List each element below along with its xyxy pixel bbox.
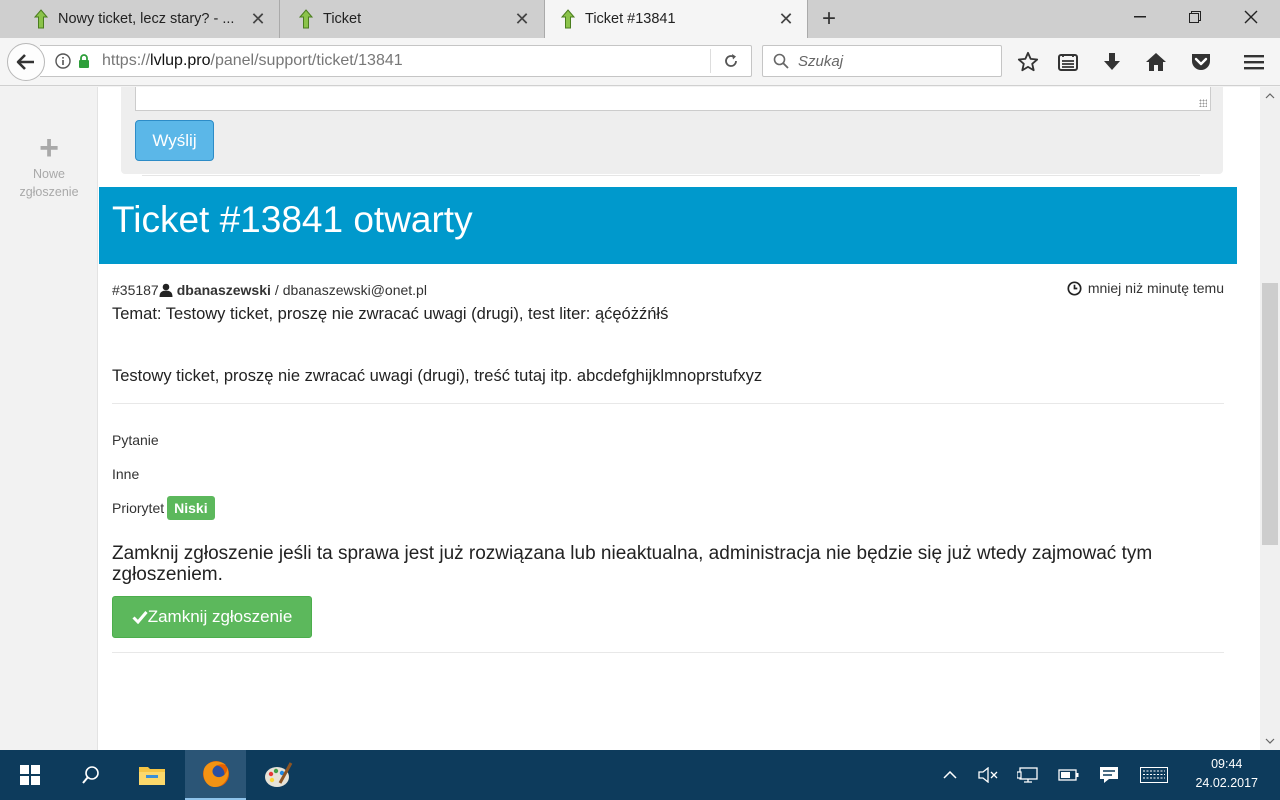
home-icon[interactable] (1144, 50, 1168, 74)
chevron-down-icon[interactable] (1260, 732, 1280, 750)
plus-icon[interactable]: + (816, 7, 842, 33)
close-ticket-label: Zamknij zgłoszenie (147, 607, 293, 626)
back-arrow-icon (16, 54, 34, 70)
back-button[interactable] (7, 43, 45, 81)
close-icon[interactable]: ✕ (511, 8, 533, 30)
tab-1[interactable]: Nowy ticket, lecz stary? - ... ✕ (0, 0, 280, 38)
tab-strip: Nowy ticket, lecz stary? - ... ✕ Ticket … (0, 0, 1280, 38)
user-email: dbanaszewski@onet.pl (282, 282, 427, 298)
firefox-icon[interactable] (185, 750, 246, 800)
chevron-up-icon[interactable] (1260, 87, 1280, 105)
time-text: mniej niż minutę temu (1087, 280, 1224, 296)
lvlup-favicon (557, 8, 579, 30)
restore-icon[interactable] (1170, 0, 1220, 34)
battery-icon[interactable] (1056, 750, 1082, 800)
minimize-icon[interactable] (1115, 0, 1165, 34)
send-button[interactable]: Wyślij (135, 120, 214, 161)
url-path: /panel/support/ticket/13841 (210, 52, 403, 69)
new-ticket-label-1: Nowe (33, 167, 65, 181)
clock-icon (1067, 280, 1082, 296)
search-taskbar-icon[interactable] (64, 750, 118, 800)
notification-icon[interactable] (1096, 750, 1122, 800)
hamburger-menu-icon[interactable] (1242, 50, 1266, 74)
ticket-title: Ticket #13841 otwarty (99, 187, 1237, 264)
reload-icon[interactable] (711, 46, 751, 76)
system-clock[interactable]: 09:44 24.02.2017 (1195, 755, 1258, 793)
search-input[interactable] (798, 52, 988, 70)
ticket-content: Testowy ticket, proszę nie zwracać uwagi… (112, 367, 763, 385)
check-icon (132, 611, 148, 624)
volume-muted-icon[interactable] (975, 750, 1001, 800)
search-icon (772, 52, 790, 70)
url-host: lvlup.pro (150, 52, 211, 69)
ticket-priority: Priorytet Niski (112, 496, 215, 520)
address-bar[interactable]: https://lvlup.pro/panel/support/ticket/1… (40, 45, 752, 77)
separator: / (274, 282, 279, 298)
tab-2[interactable]: Ticket ✕ (281, 0, 543, 38)
ticket-body: #35187 dbanaszewski / dbanaszewski@onet.… (99, 264, 1237, 750)
page-viewport: + Nowe zgłoszenie Wyślij Ticket #13841 o… (0, 87, 1260, 750)
ticket-subcategory: Inne (112, 466, 140, 482)
ticket-category: Pytanie (112, 432, 159, 448)
windows-start-icon[interactable] (0, 750, 60, 800)
message-id: #35187 (112, 282, 159, 298)
navigation-toolbar: https://lvlup.pro/panel/support/ticket/1… (0, 38, 1280, 86)
search-bar[interactable] (762, 45, 1002, 77)
paint-icon[interactable] (250, 750, 306, 800)
reply-textarea[interactable] (135, 87, 1211, 111)
close-ticket-button[interactable]: Zamknij zgłoszenie (112, 596, 312, 638)
plus-icon: + (39, 129, 59, 167)
close-icon[interactable]: ✕ (775, 8, 797, 30)
lock-icon[interactable] (76, 52, 92, 70)
message-time: mniej niż minutę temu (1067, 280, 1224, 296)
reading-list-icon[interactable] (1056, 50, 1080, 74)
info-icon[interactable] (54, 52, 72, 70)
close-icon[interactable] (1226, 0, 1276, 34)
divider (112, 652, 1224, 653)
message-meta: #35187 dbanaszewski / dbanaszewski@onet.… (112, 282, 427, 298)
windows-taskbar: 09:44 24.02.2017 (0, 750, 1280, 800)
new-ticket-link[interactable]: + Nowe zgłoszenie (0, 129, 98, 201)
divider (142, 175, 1200, 176)
keyboard-icon[interactable] (1138, 750, 1170, 800)
url-text[interactable]: https://lvlup.pro/panel/support/ticket/1… (102, 52, 710, 70)
close-icon[interactable]: ✕ (247, 8, 269, 30)
file-explorer-icon[interactable] (124, 750, 180, 800)
reply-form: Wyślij (121, 87, 1223, 174)
tab-title: Nowy ticket, lecz stary? - ... (58, 11, 235, 27)
pocket-icon[interactable] (1189, 50, 1213, 74)
close-info-text: Zamknij zgłoszenie jeśli ta sprawa jest … (112, 543, 1153, 585)
url-scheme: https:// (102, 52, 151, 69)
clock-date: 24.02.2017 (1195, 776, 1258, 790)
priority-label: Priorytet (112, 500, 165, 516)
chevron-up-icon[interactable] (938, 750, 962, 800)
clock-time: 09:44 (1211, 757, 1243, 771)
username: dbanaszewski (176, 282, 271, 298)
left-sidebar: + Nowe zgłoszenie (0, 87, 98, 750)
priority-badge: Niski (167, 496, 215, 520)
page-scrollbar[interactable] (1260, 87, 1280, 750)
user-icon (159, 283, 173, 297)
resize-grip-icon[interactable] (1199, 99, 1207, 107)
network-icon[interactable] (1014, 750, 1042, 800)
lvlup-favicon (30, 8, 52, 30)
download-icon[interactable] (1100, 50, 1124, 74)
star-icon[interactable] (1016, 50, 1040, 74)
tab-title: Ticket (323, 11, 362, 27)
lvlup-favicon (295, 8, 317, 30)
tab-3-active[interactable]: Ticket #13841 ✕ (544, 0, 808, 38)
divider (112, 403, 1224, 404)
ticket-subject: Temat: Testowy ticket, proszę nie zwraca… (112, 305, 669, 323)
scrollbar-thumb[interactable] (1262, 283, 1278, 545)
tab-title: Ticket #13841 (585, 11, 676, 27)
new-ticket-label-2: zgłoszenie (19, 185, 79, 199)
